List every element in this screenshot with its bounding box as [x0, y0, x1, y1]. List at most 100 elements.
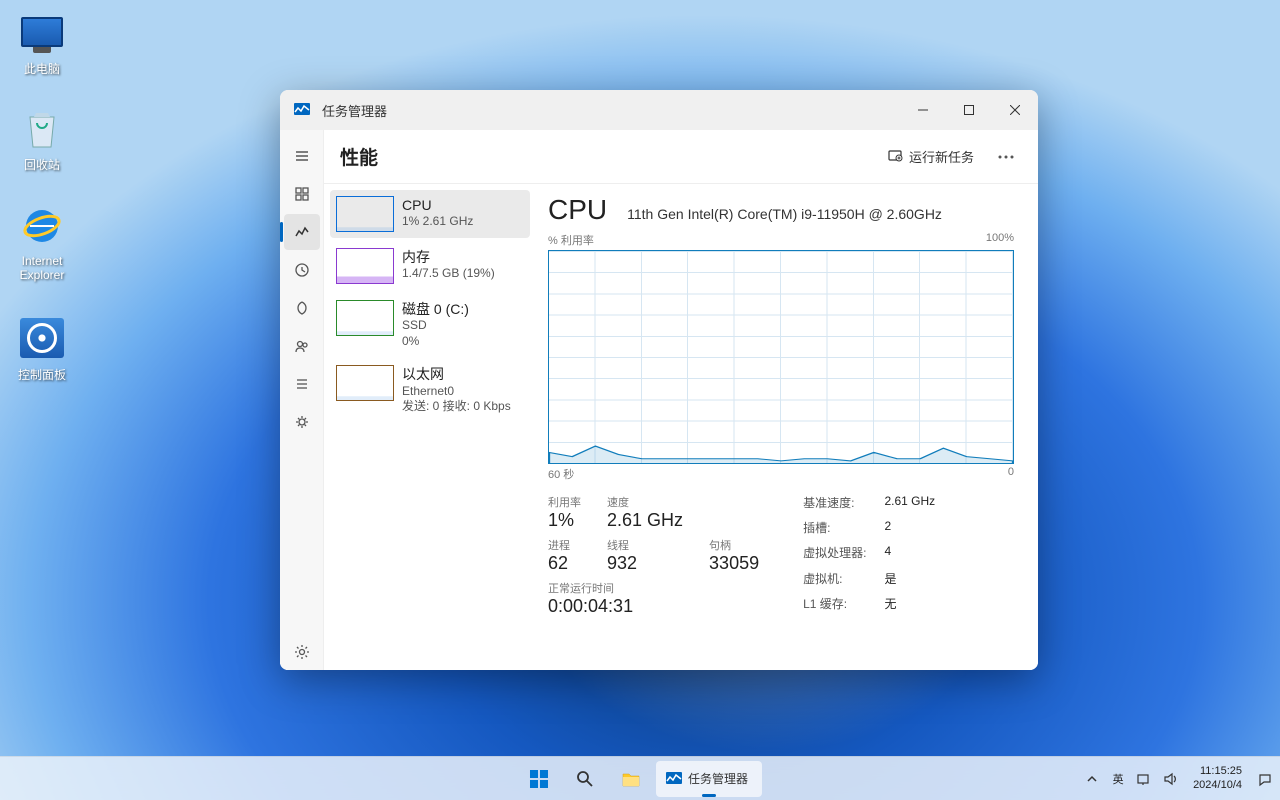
- run-new-task-button[interactable]: 运行新任务: [877, 141, 984, 172]
- content-header: 性能 运行新任务: [324, 130, 1038, 184]
- detail-title: CPU: [548, 194, 607, 226]
- taskbar-search[interactable]: [564, 761, 606, 797]
- run-new-task-label: 运行新任务: [909, 147, 974, 166]
- stat-label: 线程: [607, 537, 683, 553]
- minimize-button[interactable]: [900, 90, 946, 130]
- tray-overflow-button[interactable]: [1083, 770, 1101, 788]
- perf-item-name: 以太网: [402, 365, 511, 383]
- nav-services[interactable]: [284, 404, 320, 440]
- desktop-icon-label: Internet Explorer: [4, 254, 80, 282]
- stats-left: 利用率1% 速度2.61 GHz 进程62 线程932 句柄33059 正常运行…: [548, 494, 759, 617]
- stat-label: 虚拟处理器:: [803, 544, 866, 566]
- perf-item-sub: 0%: [402, 334, 469, 350]
- stat-label: 速度: [607, 494, 683, 510]
- monitor-icon: [21, 17, 63, 47]
- performance-detail: CPU 11th Gen Intel(R) Core(TM) i9-11950H…: [536, 184, 1038, 670]
- stats-right: 基准速度: 2.61 GHz 插槽: 2 虚拟处理器: 4 虚拟机: 是 L1 缓存: 无: [803, 494, 935, 617]
- nav-users[interactable]: [284, 328, 320, 364]
- nav-processes[interactable]: [284, 176, 320, 212]
- app-icon: [292, 100, 312, 120]
- chart-label-tr: 100%: [986, 232, 1014, 248]
- chart-label-br: 0: [1008, 466, 1014, 482]
- stat-label: 句柄: [709, 537, 759, 553]
- perf-item-cpu[interactable]: CPU 1% 2.61 GHz: [330, 190, 530, 238]
- stat-value: 932: [607, 553, 683, 574]
- maximize-button[interactable]: [946, 90, 992, 130]
- tray-clock[interactable]: 11:15:25 2024/10/4: [1187, 765, 1248, 791]
- perf-item-name: 磁盘 0 (C:): [402, 300, 469, 318]
- perf-item-sub: Ethernet0: [402, 384, 511, 400]
- page-title: 性能: [340, 143, 877, 170]
- stat-value: 是: [884, 570, 935, 592]
- desktop-icon-label: 此电脑: [4, 60, 80, 77]
- chart-label-bl: 60 秒: [548, 466, 574, 482]
- stat-value: 33059: [709, 553, 759, 574]
- chart-label-tl: % 利用率: [548, 232, 594, 248]
- desktop-icon-this-pc[interactable]: 此电脑: [4, 8, 80, 77]
- recycle-bin-icon: [24, 107, 60, 149]
- perf-item-sub: 发送: 0 接收: 0 Kbps: [402, 399, 511, 415]
- mini-chart-memory: [336, 248, 394, 284]
- stat-value: 无: [884, 595, 935, 617]
- mini-chart-ethernet: [336, 365, 394, 401]
- performance-list: CPU 1% 2.61 GHz 内存 1.4/7.5 GB (19%): [324, 184, 536, 670]
- run-icon: [887, 147, 903, 166]
- desktop-icon-control-panel[interactable]: 控制面板: [4, 314, 80, 383]
- perf-item-sub: 1.4/7.5 GB (19%): [402, 266, 495, 282]
- tray-network-icon[interactable]: [1135, 770, 1153, 788]
- system-tray: 英 11:15:25 2024/10/4: [1083, 765, 1274, 791]
- desktop-icon-recycle-bin[interactable]: 回收站: [4, 104, 80, 173]
- stat-label: L1 缓存:: [803, 595, 866, 617]
- detail-model: 11th Gen Intel(R) Core(TM) i9-11950H @ 2…: [627, 206, 942, 222]
- tray-volume-icon[interactable]: [1161, 770, 1179, 788]
- stat-value: 2.61 GHz: [607, 510, 683, 531]
- perf-item-disk[interactable]: 磁盘 0 (C:) SSD 0%: [330, 294, 530, 355]
- window-title: 任务管理器: [322, 101, 900, 120]
- stat-value: 0:00:04:31: [548, 596, 759, 617]
- tray-date: 2024/10/4: [1193, 779, 1242, 792]
- nav-settings[interactable]: [284, 634, 320, 670]
- ie-icon: [20, 204, 64, 248]
- perf-item-ethernet[interactable]: 以太网 Ethernet0 发送: 0 接收: 0 Kbps: [330, 359, 530, 420]
- tray-notifications-icon[interactable]: [1256, 770, 1274, 788]
- stat-label: 进程: [548, 537, 581, 553]
- desktop-icon-label: 控制面板: [4, 366, 80, 383]
- titlebar[interactable]: 任务管理器: [280, 90, 1038, 130]
- stat-value: 4: [884, 544, 935, 566]
- stat-value: 2.61 GHz: [884, 494, 935, 516]
- cpu-chart: [548, 250, 1014, 464]
- more-button[interactable]: [990, 141, 1022, 173]
- stat-value: 62: [548, 553, 581, 574]
- mini-chart-cpu: [336, 196, 394, 232]
- tray-ime[interactable]: 英: [1109, 770, 1127, 788]
- nav-performance[interactable]: [284, 214, 320, 250]
- taskbar: 任务管理器 英 11:15:25 2024/10/4: [0, 756, 1280, 800]
- start-button[interactable]: [518, 761, 560, 797]
- taskbar-task-manager[interactable]: 任务管理器: [656, 761, 762, 797]
- taskbar-explorer[interactable]: [610, 761, 652, 797]
- mini-chart-disk: [336, 300, 394, 336]
- nav-app-history[interactable]: [284, 252, 320, 288]
- perf-item-sub: SSD: [402, 318, 469, 334]
- stat-value: 1%: [548, 510, 581, 531]
- taskbar-task-manager-label: 任务管理器: [684, 770, 756, 787]
- perf-item-name: 内存: [402, 248, 495, 266]
- stat-label: 利用率: [548, 494, 581, 510]
- stat-value: 2: [884, 519, 935, 541]
- nav-startup[interactable]: [284, 290, 320, 326]
- stat-label: 虚拟机:: [803, 570, 866, 592]
- control-panel-icon: [20, 318, 64, 358]
- perf-item-name: CPU: [402, 196, 473, 214]
- perf-item-memory[interactable]: 内存 1.4/7.5 GB (19%): [330, 242, 530, 290]
- stat-label: 插槽:: [803, 519, 866, 541]
- tray-time: 11:15:25: [1193, 765, 1242, 778]
- nav-rail: [280, 130, 324, 670]
- hamburger-button[interactable]: [284, 138, 320, 174]
- nav-details[interactable]: [284, 366, 320, 402]
- close-button[interactable]: [992, 90, 1038, 130]
- stat-label: 基准速度:: [803, 494, 866, 516]
- perf-item-sub: 1% 2.61 GHz: [402, 214, 473, 230]
- desktop-icon-internet-explorer[interactable]: Internet Explorer: [4, 202, 80, 282]
- desktop-icon-label: 回收站: [4, 156, 80, 173]
- stat-label: 正常运行时间: [548, 580, 759, 596]
